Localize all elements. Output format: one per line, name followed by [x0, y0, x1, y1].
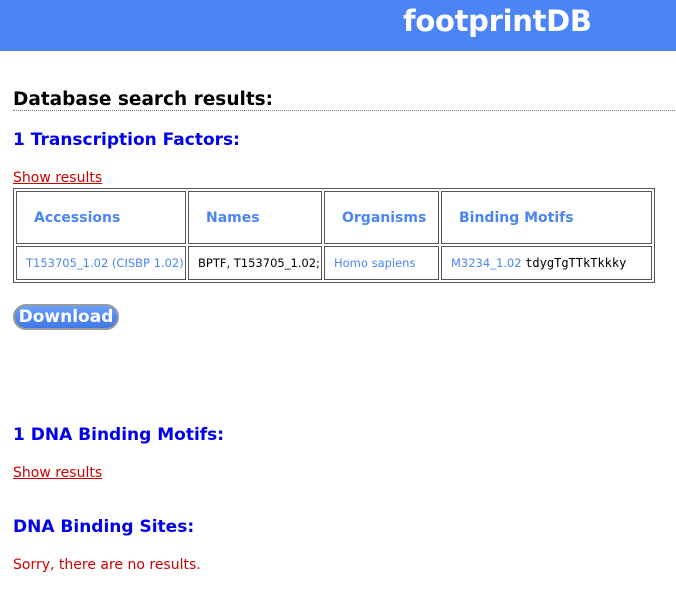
column-header-binding-motifs: Binding Motifs — [441, 191, 652, 244]
organism-link[interactable]: Homo sapiens — [334, 256, 415, 270]
motif-id-link[interactable]: M3234_1.02 — [451, 256, 522, 270]
column-header-organisms: Organisms — [324, 191, 439, 244]
download-button[interactable]: Download — [13, 304, 119, 330]
table-row: T153705_1.02 (CISBP 1.02) BPTF, T153705_… — [16, 246, 652, 280]
column-header-names: Names — [188, 191, 322, 244]
motifs-show-results-link[interactable]: Show results — [13, 465, 102, 481]
organism-cell: Homo sapiens — [324, 246, 439, 280]
site-title[interactable]: footprintDB — [403, 4, 592, 38]
tf-section-title: 1 Transcription Factors: — [13, 130, 240, 150]
table-header-row: Accessions Names Organisms Binding Motif… — [16, 191, 652, 244]
binding-motif-cell: M3234_1.02 tdygTgTTkTkkky — [441, 246, 652, 280]
tf-results-table: Accessions Names Organisms Binding Motif… — [13, 188, 655, 283]
tf-show-results-link[interactable]: Show results — [13, 170, 102, 186]
motifs-section-title: 1 DNA Binding Motifs: — [13, 425, 225, 445]
accession-link[interactable]: T153705_1.02 (CISBP 1.02) — [26, 256, 184, 270]
no-results-message: Sorry, there are no results. — [13, 557, 201, 573]
column-header-accessions: Accessions — [16, 191, 186, 244]
motif-sequence: tdygTgTTkTkkky — [525, 256, 627, 270]
accession-cell: T153705_1.02 (CISBP 1.02) — [16, 246, 186, 280]
heading-divider — [13, 110, 675, 111]
names-text: BPTF, T153705_1.02; — [198, 256, 320, 270]
page-heading: Database search results: — [13, 89, 274, 110]
sites-section-title: DNA Binding Sites: — [13, 517, 195, 537]
names-cell: BPTF, T153705_1.02; — [188, 246, 322, 280]
site-header: footprintDB — [0, 0, 676, 51]
